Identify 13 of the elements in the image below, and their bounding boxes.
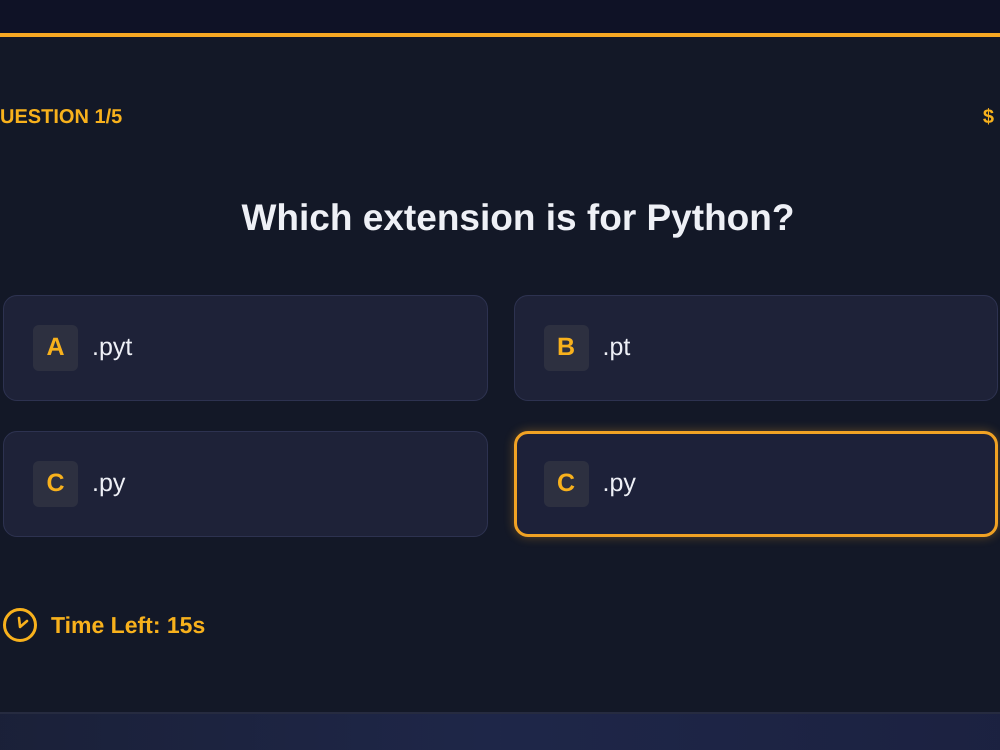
option-letter: A (33, 325, 78, 371)
answer-option[interactable]: C .py (514, 431, 998, 537)
score: $ (982, 105, 994, 130)
option-letter: C (544, 461, 588, 507)
option-letter: C (33, 461, 78, 507)
timer-text: Time Left: 15s (51, 611, 206, 640)
answer-option[interactable]: B .pt (514, 295, 998, 401)
clock-icon (3, 608, 37, 642)
question-title: Which extension is for Python? (242, 196, 794, 240)
answer-option[interactable]: C .py (3, 431, 488, 537)
option-letter: B (544, 325, 588, 371)
question-counter: UESTION 1/5 (0, 105, 122, 130)
answer-option[interactable]: A .pyt (3, 295, 488, 401)
